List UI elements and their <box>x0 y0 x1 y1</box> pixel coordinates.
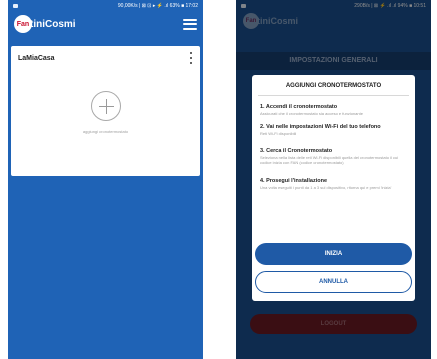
status-text: 90,00K/s | ⊠ ⊡ ▸ ⚡ .ıl 63% ■ 17:02 <box>117 2 198 9</box>
notification-icon <box>13 3 18 8</box>
step-title: 1. Accendi il cronotermostato <box>260 104 338 110</box>
step-2: 2. Vai nelle impostazioni Wi-Fi del tuo … <box>260 124 410 136</box>
step-3: 3. Cerca il Cronotermostato Seleziona ne… <box>260 148 410 165</box>
app-bar: Fan tiniCosmi <box>8 11 203 37</box>
step-description: Reti Wi-Fi disponibili <box>260 131 297 136</box>
settings-screen: 290B/s | ⊠ ⚡ .ıl .ıl 94% ■ 10:51 Fan tin… <box>236 0 431 359</box>
hamburger-menu-icon[interactable] <box>183 18 197 30</box>
home-card: LaMiaCasa aggiungi cronotermostato <box>11 46 200 176</box>
step-description: Assicurati che il cronotermostato sia ac… <box>260 111 363 116</box>
logo-text: tiniCosmi <box>30 18 76 30</box>
home-title: LaMiaCasa <box>18 55 55 62</box>
home-screen: 90,00K/s | ⊠ ⊡ ▸ ⚡ .ıl 63% ■ 17:02 Fan t… <box>8 0 203 359</box>
step-title: 4. Prosegui l'installazione <box>260 178 328 184</box>
cancel-button[interactable]: ANNULLA <box>255 271 412 293</box>
app-logo: Fan tiniCosmi <box>14 15 76 33</box>
step-title: 3. Cerca il Cronotermostato <box>260 148 333 154</box>
start-button[interactable]: INIZIA <box>255 243 412 265</box>
step-description: Seleziona nella lista delle reti Wi-Fi d… <box>260 155 399 165</box>
step-description: Una volta eseguiti i punti da 1 a 3 sul … <box>260 185 392 190</box>
add-thermostat-dialog: AGGIUNGI CRONOTERMOSTATO 1. Accendi il c… <box>252 75 415 301</box>
add-thermostat-icon[interactable] <box>91 91 121 121</box>
step-4: 4. Prosegui l'installazione Una volta es… <box>260 178 410 190</box>
status-bar: 90,00K/s | ⊠ ⊡ ▸ ⚡ .ıl 63% ■ 17:02 <box>8 0 203 11</box>
dialog-title: AGGIUNGI CRONOTERMOSTATO <box>285 83 382 89</box>
dialog-divider <box>258 95 409 96</box>
step-1: 1. Accendi il cronotermostato Assicurati… <box>260 104 410 116</box>
add-thermostat-label[interactable]: aggiungi cronotermostato <box>11 129 200 134</box>
step-title: 2. Vai nelle impostazioni Wi-Fi del tuo … <box>260 124 381 130</box>
more-options-icon[interactable] <box>189 52 193 64</box>
